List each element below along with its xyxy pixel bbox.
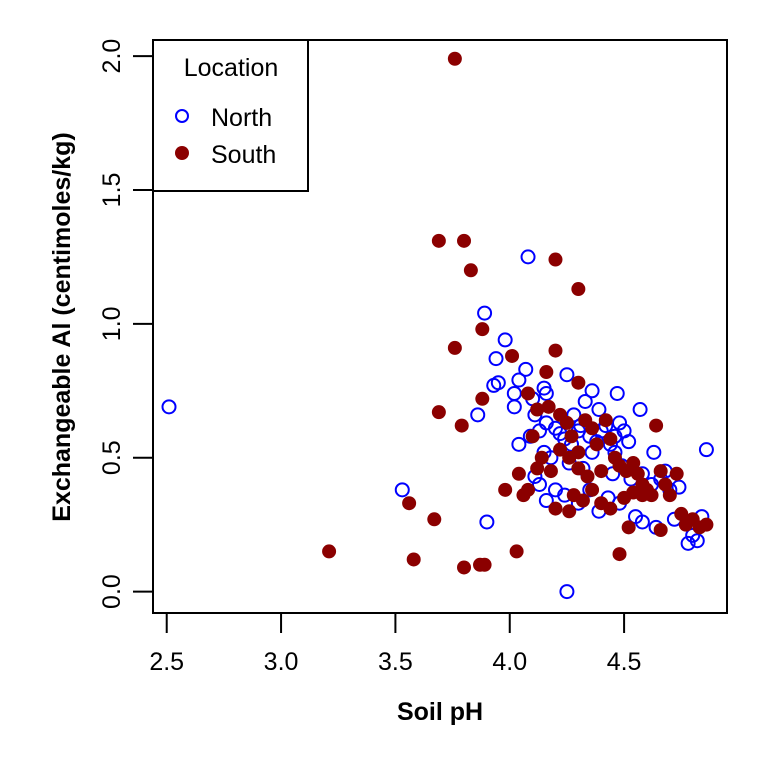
data-point-south (571, 375, 586, 390)
data-point-south (571, 445, 586, 460)
data-point-south (564, 429, 579, 444)
data-point-south (475, 391, 490, 406)
data-point-south (548, 501, 563, 516)
data-point-south (548, 252, 563, 267)
data-point-south (559, 415, 574, 430)
y-tick-label: 1.0 (98, 306, 126, 341)
y-axis: 0.0 0.5 1.0 1.5 2.0 (98, 39, 153, 609)
data-point-south (463, 263, 478, 278)
x-tick-label: 4.5 (607, 648, 642, 676)
y-tick-label: 2.0 (98, 39, 126, 74)
x-tick-label: 2.5 (149, 648, 184, 676)
series-north (161, 249, 714, 600)
data-point-north (470, 407, 486, 423)
data-point-south (571, 282, 586, 297)
data-point-south (447, 51, 462, 66)
data-point-north (488, 351, 504, 367)
data-point-south (575, 493, 590, 508)
data-point-south (585, 421, 600, 436)
data-point-south (457, 560, 472, 575)
data-point-south (454, 418, 469, 433)
data-point-north (497, 332, 513, 348)
x-axis-title: Soil pH (397, 698, 483, 726)
data-point-north (609, 385, 625, 401)
data-point-south (511, 466, 526, 481)
data-point-south (653, 522, 668, 537)
data-point-north (511, 436, 527, 452)
data-point-south (562, 504, 577, 519)
data-point-south (603, 431, 618, 446)
legend-north-label: North (211, 104, 272, 132)
legend-title: Location (184, 54, 279, 82)
series-south (322, 51, 714, 575)
data-point-south (649, 418, 664, 433)
data-point-north (520, 249, 536, 265)
data-point-south (427, 512, 442, 527)
data-point-south (589, 437, 604, 452)
data-point-south (653, 464, 668, 479)
data-point-south (612, 547, 627, 562)
data-point-south (322, 544, 337, 559)
data-point-south (475, 322, 490, 337)
data-point-south (635, 488, 650, 503)
data-point-south (530, 402, 545, 417)
y-tick-label: 0.0 (98, 574, 126, 609)
data-point-north (518, 361, 534, 377)
data-point-north (506, 385, 522, 401)
data-point-south (406, 552, 421, 567)
legend: Location North South (152, 39, 309, 192)
data-point-south (598, 413, 613, 428)
data-point-south (431, 405, 446, 420)
data-point-north (394, 482, 410, 498)
data-point-south (402, 496, 417, 511)
x-tick-label: 4.0 (492, 648, 527, 676)
data-point-south (580, 469, 595, 484)
data-point-north (698, 442, 714, 458)
data-point-south (521, 482, 536, 497)
data-point-north (559, 367, 575, 383)
data-point-south (539, 365, 554, 380)
data-point-north (584, 383, 600, 399)
x-axis: 2.5 3.0 3.5 4.0 4.5 (149, 613, 641, 676)
scatter-chart: 2.5 3.0 3.5 4.0 4.5 0.00.51.01.52.0 Soil pH … (48, 39, 728, 726)
data-point-north (646, 444, 662, 460)
data-point-north (621, 434, 637, 450)
data-point-north (477, 305, 493, 321)
x-tick-label: 3.5 (378, 648, 413, 676)
y-axis-title: Exchangeable Al (centimoles/kg) (48, 132, 76, 521)
data-point-south (457, 233, 472, 248)
data-point-south (534, 450, 549, 465)
data-point-south (477, 557, 492, 572)
data-point-north (506, 399, 522, 415)
data-point-south (505, 348, 520, 363)
data-point-south (543, 464, 558, 479)
legend-south-marker (175, 146, 189, 160)
legend-south-label: South (211, 141, 276, 169)
y-tick-label: 1.5 (98, 173, 126, 208)
data-point-south (525, 429, 540, 444)
data-point-south (509, 544, 524, 559)
data-point-south (594, 464, 609, 479)
data-point-south (447, 340, 462, 355)
data-point-north (632, 402, 648, 418)
data-point-north (479, 514, 495, 530)
y-tick-label: 0.5 (98, 440, 126, 475)
data-point-south (662, 488, 677, 503)
data-point-north (161, 399, 177, 415)
data-point-south (548, 343, 563, 358)
data-point-north (559, 584, 575, 600)
data-point-south (603, 501, 618, 516)
data-point-south (498, 482, 513, 497)
data-point-south (621, 520, 636, 535)
data-point-south (431, 233, 446, 248)
data-point-south (669, 466, 684, 481)
data-point-north (490, 375, 506, 391)
data-point-south (521, 386, 536, 401)
data-point-south (585, 482, 600, 497)
x-tick-label: 3.0 (264, 648, 299, 676)
data-point-south (699, 517, 714, 532)
